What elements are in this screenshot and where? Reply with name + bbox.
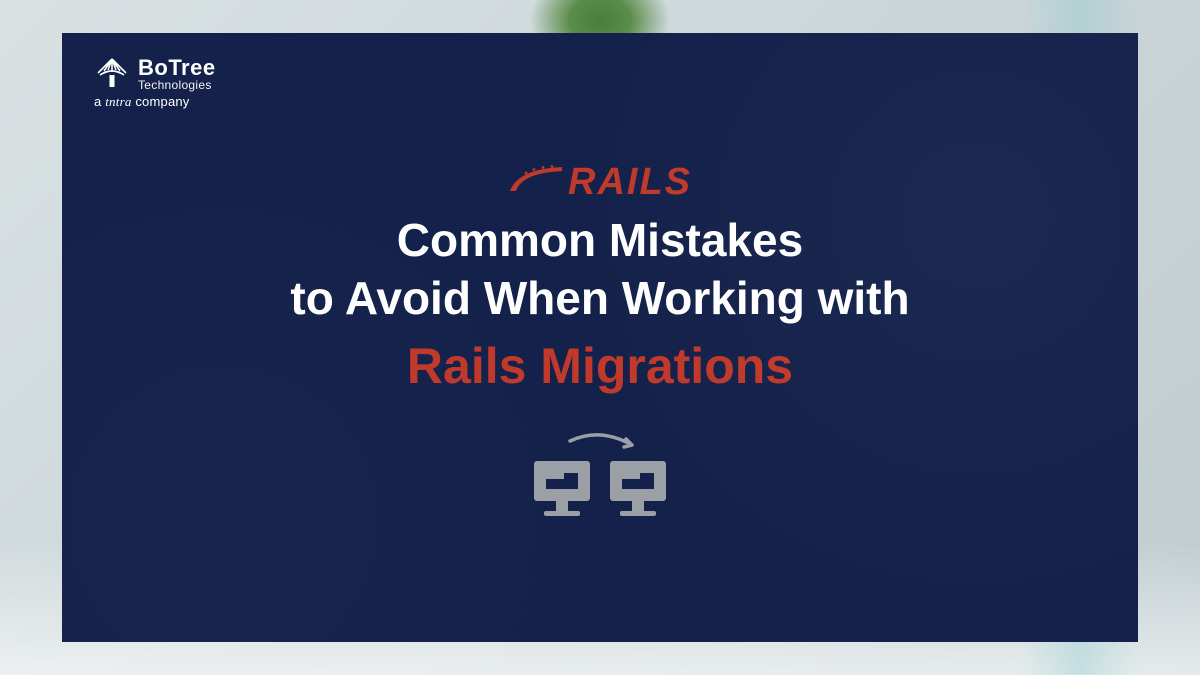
- hero-title: Common Mistakes to Avoid When Working wi…: [290, 212, 909, 327]
- rails-swoosh-icon: [508, 163, 564, 198]
- rails-wordmark: RAILS: [568, 161, 692, 204]
- migration-icon: [520, 431, 680, 536]
- logo-text: BoTree Technologies: [138, 57, 216, 91]
- tagline-suffix: company: [132, 94, 190, 109]
- logo-tagline: a tntra company: [94, 94, 190, 110]
- tagline-script: tntra: [105, 94, 131, 109]
- tagline-prefix: a: [94, 94, 105, 109]
- logo-brand-line1: BoTree: [138, 57, 216, 79]
- content-panel: BoTree Technologies a tntra company RAIL…: [62, 33, 1138, 642]
- rails-logo: RAILS: [508, 161, 692, 204]
- botree-mark-icon: [94, 57, 130, 91]
- hero-highlight: Rails Migrations: [407, 337, 793, 395]
- company-logo: BoTree Technologies a tntra company: [94, 57, 216, 110]
- hero-line2: to Avoid When Working with: [290, 270, 909, 328]
- hero-line1: Common Mistakes: [290, 212, 909, 270]
- logo-brand-line2: Technologies: [138, 79, 216, 91]
- logo-row: BoTree Technologies: [94, 57, 216, 91]
